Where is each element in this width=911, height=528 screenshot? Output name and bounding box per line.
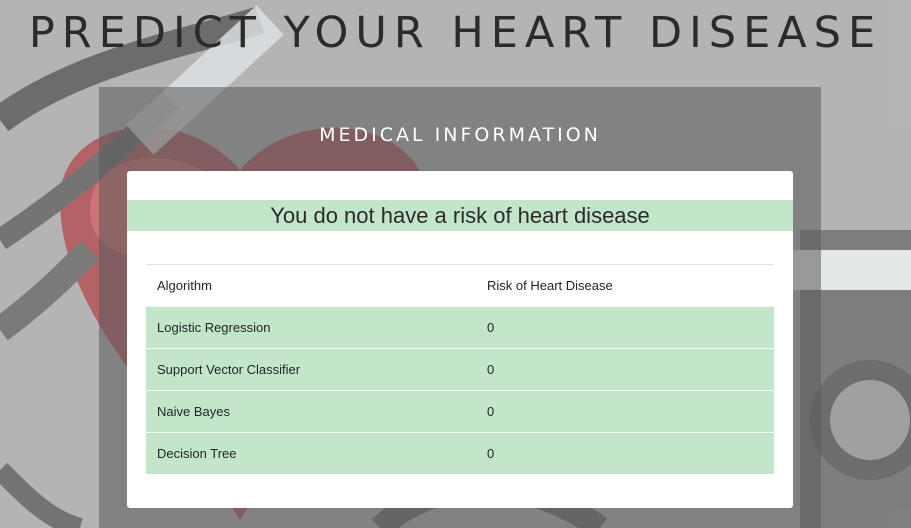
table-row: Support Vector Classifier 0 xyxy=(146,348,774,391)
table-header-row: Algorithm Risk of Heart Disease xyxy=(146,264,774,307)
result-card: You do not have a risk of heart disease … xyxy=(127,171,793,508)
result-message: You do not have a risk of heart disease xyxy=(127,200,793,231)
algorithm-cell: Decision Tree xyxy=(146,432,476,474)
risk-cell: 0 xyxy=(476,348,774,391)
header-algorithm: Algorithm xyxy=(146,264,476,307)
algorithm-cell: Logistic Regression xyxy=(146,306,476,349)
risk-cell: 0 xyxy=(476,432,774,474)
table-row: Naive Bayes 0 xyxy=(146,390,774,433)
page-title: PREDICT YOUR HEART DISEASE xyxy=(28,8,883,58)
algorithm-cell: Naive Bayes xyxy=(146,390,476,433)
results-table: Algorithm Risk of Heart Disease Logistic… xyxy=(146,264,774,474)
panel-title: MEDICAL INFORMATION xyxy=(319,124,601,146)
header-risk: Risk of Heart Disease xyxy=(476,264,774,307)
algorithm-cell: Support Vector Classifier xyxy=(146,348,476,391)
risk-cell: 0 xyxy=(476,306,774,349)
table-row: Logistic Regression 0 xyxy=(146,306,774,349)
risk-cell: 0 xyxy=(476,390,774,433)
table-row: Decision Tree 0 xyxy=(146,432,774,474)
